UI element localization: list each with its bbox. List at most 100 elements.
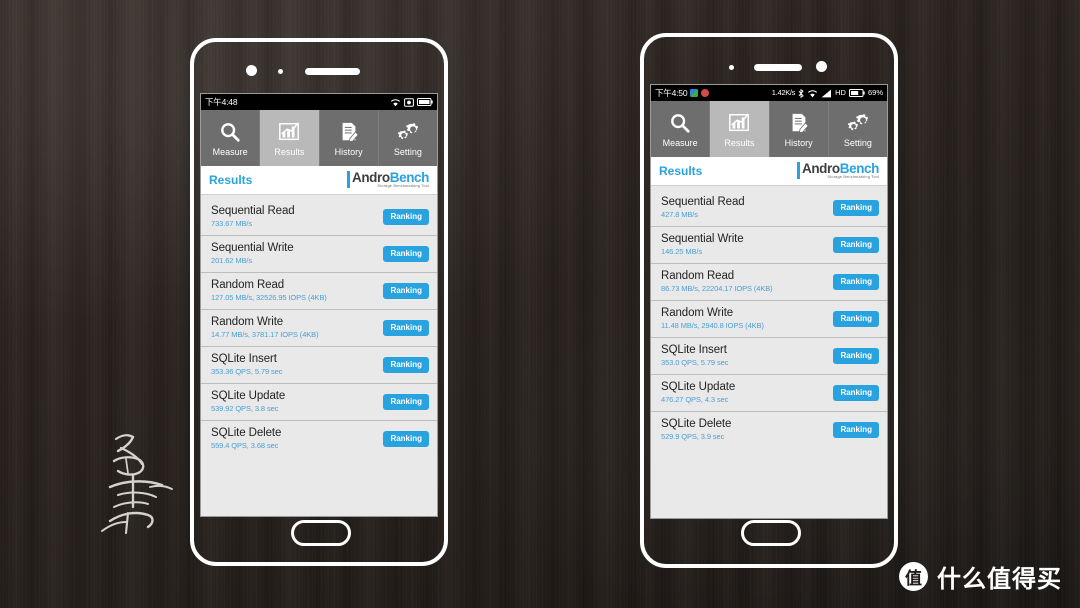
document-pencil-icon (788, 110, 810, 136)
bar-chart-icon (727, 110, 751, 136)
proximity-sensor-icon (729, 65, 734, 70)
tab-label-measure: Measure (662, 138, 698, 148)
benchmark-title: Sequential Write (661, 233, 744, 245)
androbench-logo: AndroBench Storage Benchmarking Tool (346, 169, 430, 189)
tab-label-results: Results (724, 138, 755, 148)
benchmark-value: 427.8 MB/s (661, 210, 698, 219)
ranking-button[interactable]: Ranking (383, 282, 429, 299)
ranking-button[interactable]: Ranking (833, 236, 879, 253)
benchmark-title: SQLite Insert (211, 353, 277, 365)
benchmark-row: SQLite Insert 353.36 QPS, 5.79 sec Ranking (201, 347, 437, 384)
ranking-button[interactable]: Ranking (833, 199, 879, 216)
document-pencil-icon (338, 119, 360, 145)
benchmark-value: 539.92 QPS, 3.8 sec (211, 404, 279, 413)
tab-label-history: History (334, 147, 363, 157)
ranking-button[interactable]: Ranking (383, 208, 429, 225)
home-button-right[interactable] (741, 520, 801, 546)
ranking-button[interactable]: Ranking (833, 347, 879, 364)
tab-setting[interactable]: Setting (379, 110, 437, 166)
ranking-button[interactable]: Ranking (383, 356, 429, 373)
phone-screen-left: 下午4:48 Measure Results History Setting R… (200, 93, 438, 517)
ranking-button[interactable]: Ranking (833, 310, 879, 327)
tab-history[interactable]: History (770, 101, 829, 157)
benchmark-title: SQLite Update (211, 390, 286, 402)
tab-results[interactable]: Results (710, 101, 770, 157)
ranking-button[interactable]: Ranking (383, 430, 429, 447)
tab-label-results: Results (274, 147, 305, 157)
ranking-button[interactable]: Ranking (833, 273, 879, 290)
earpiece-speaker (305, 68, 360, 75)
benchmark-title: Sequential Read (661, 196, 745, 208)
tab-measure[interactable]: Measure (201, 110, 261, 166)
logo-tagline: Storage Benchmarking Tool (827, 175, 879, 180)
results-list-right: Sequential Read 427.8 MB/s Ranking Sequenti… (651, 186, 887, 448)
magnifier-icon (669, 110, 691, 136)
benchmark-title: SQLite Update (661, 381, 736, 393)
benchmark-title: Random Write (211, 316, 284, 328)
ranking-button[interactable]: Ranking (383, 393, 429, 410)
alarm-badge-icon (701, 89, 710, 97)
benchmark-row: Random Read 127.05 MB/s, 32526.95 IOPS (4… (201, 273, 437, 310)
bluetooth-icon (798, 88, 804, 98)
benchmark-title: Sequential Write (211, 242, 294, 254)
tab-bar-right[interactable]: Measure Results History Setting (651, 101, 887, 157)
benchmark-value: 559.4 QPS, 3.68 sec (211, 441, 279, 450)
tab-results[interactable]: Results (260, 110, 320, 166)
signature-watermark (101, 434, 173, 535)
benchmark-title: SQLite Delete (211, 427, 282, 439)
benchmark-title: Random Read (661, 270, 735, 282)
brand-watermark: 值 什么值得买 (899, 559, 1062, 594)
tab-label-measure: Measure (212, 147, 248, 157)
magnifier-icon (219, 119, 241, 145)
signal-icon (821, 89, 832, 97)
results-header-right: Results AndroBench Storage Benchmarking … (651, 157, 887, 186)
benchmark-value: 733.67 MB/s (211, 219, 253, 228)
benchmark-row: Random Write 11.48 MB/s, 2940.8 IOPS (4KB… (651, 301, 887, 338)
front-camera-icon (246, 65, 257, 76)
benchmark-title: SQLite Insert (661, 344, 727, 356)
benchmark-value: 146.25 MB/s (661, 247, 703, 256)
earpiece-speaker (754, 64, 802, 71)
benchmark-row: SQLite Delete 559.4 QPS, 3.68 sec Ranking (201, 421, 437, 457)
status-bar-left: 下午4:48 (201, 94, 437, 110)
tab-label-setting: Setting (393, 147, 422, 157)
benchmark-title: SQLite Delete (661, 418, 732, 430)
brand-badge-icon: 值 (899, 562, 928, 591)
benchmark-title: Random Write (661, 307, 734, 319)
benchmark-row: Random Write 14.77 MB/s, 3781.17 IOPS (4K… (201, 310, 437, 347)
ranking-button[interactable]: Ranking (383, 245, 429, 262)
benchmark-row: SQLite Update 539.92 QPS, 3.8 sec Ranking (201, 384, 437, 421)
battery-icon (848, 89, 865, 97)
battery-icon (417, 98, 433, 106)
benchmark-row: SQLite Delete 529.9 QPS, 3.9 sec Ranking (651, 412, 887, 448)
status-clock: 下午4:50 (655, 87, 688, 98)
page-title: Results (209, 173, 253, 187)
benchmark-row: SQLite Insert 353.0 QPS, 5.79 sec Ranking (651, 338, 887, 375)
ranking-button[interactable]: Ranking (833, 384, 879, 401)
front-camera-icon (816, 61, 827, 72)
home-button-left[interactable] (291, 520, 351, 546)
network-speed-label: 1.42K/s (771, 88, 796, 98)
benchmark-row: Sequential Write 201.62 MB/s Ranking (201, 236, 437, 273)
tab-measure[interactable]: Measure (651, 101, 711, 157)
sdcard-icon (404, 97, 414, 107)
gears-icon (396, 119, 420, 145)
benchmark-row: Random Read 86.73 MB/s, 22204.17 IOPS (4K… (651, 264, 887, 301)
proximity-sensor-icon (278, 69, 283, 74)
tab-history[interactable]: History (320, 110, 379, 166)
status-clock: 下午4:48 (205, 96, 238, 107)
ranking-button[interactable]: Ranking (833, 421, 879, 438)
app-badge-icon (690, 89, 699, 97)
benchmark-row: Sequential Read 733.67 MB/s Ranking (201, 199, 437, 236)
tab-bar-left[interactable]: Measure Results History Setting (201, 110, 437, 166)
tab-setting[interactable]: Setting (829, 101, 887, 157)
battery-percent-label: 69% (867, 88, 883, 98)
logo-secondary-text: Bench (839, 160, 880, 176)
ranking-button[interactable]: Ranking (383, 319, 429, 336)
phone-screen-right: 下午4:50 1.42K/s HD 69% Measure Results Hi… (650, 84, 888, 519)
benchmark-value: 14.77 MB/s, 3781.17 IOPS (4KB) (211, 330, 319, 339)
status-bar-right: 下午4:50 1.42K/s HD 69% (651, 85, 887, 101)
logo-secondary-text: Bench (389, 169, 430, 185)
benchmark-row: SQLite Update 476.27 QPS, 4.3 sec Ranking (651, 375, 887, 412)
logo-primary-text: Andro (351, 169, 390, 185)
